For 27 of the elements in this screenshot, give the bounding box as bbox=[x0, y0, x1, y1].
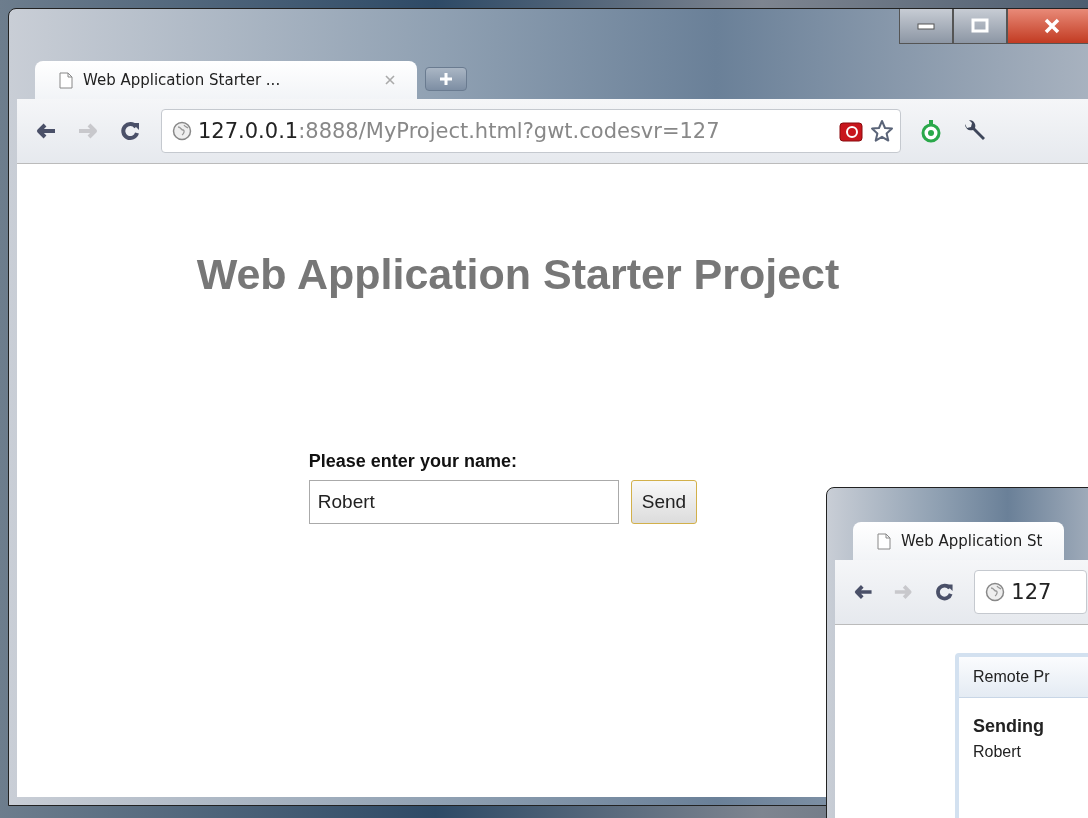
close-icon bbox=[1043, 18, 1061, 34]
maximize-button[interactable] bbox=[953, 9, 1007, 44]
reload-icon[interactable] bbox=[119, 120, 141, 142]
minimize-icon bbox=[916, 22, 936, 30]
dialog-title: Remote Pr bbox=[959, 657, 1088, 698]
sending-label: Sending bbox=[973, 716, 1045, 737]
address-bar[interactable]: 127.0.0.1:8888/MyProject.html?gwt.codesvr=127 bbox=[161, 109, 901, 153]
maximize-icon bbox=[971, 18, 989, 34]
page-icon bbox=[59, 71, 73, 89]
new-tab-button[interactable] bbox=[425, 67, 467, 91]
back-arrow-icon[interactable] bbox=[853, 583, 874, 601]
name-field[interactable]: Robert bbox=[308, 480, 619, 524]
browser-tab[interactable]: Web Application Starter ... bbox=[35, 61, 417, 99]
stopwatch-icon[interactable] bbox=[921, 119, 941, 143]
page-heading: Web Application Starter Project bbox=[196, 250, 840, 299]
address-bar[interactable]: 127 bbox=[974, 570, 1087, 614]
minimize-button[interactable] bbox=[899, 9, 953, 44]
close-button[interactable] bbox=[1007, 9, 1088, 44]
star-icon[interactable] bbox=[870, 119, 894, 143]
back-arrow-icon[interactable] bbox=[35, 122, 57, 140]
page-icon bbox=[877, 532, 891, 550]
reload-icon[interactable] bbox=[933, 581, 955, 603]
send-button[interactable]: Send bbox=[630, 480, 698, 524]
name-label: Please enter your name: bbox=[308, 451, 518, 472]
browser-tab[interactable]: Web Application St bbox=[853, 522, 1065, 560]
sent-name: Robert bbox=[973, 743, 1023, 761]
plus-icon bbox=[439, 72, 453, 86]
